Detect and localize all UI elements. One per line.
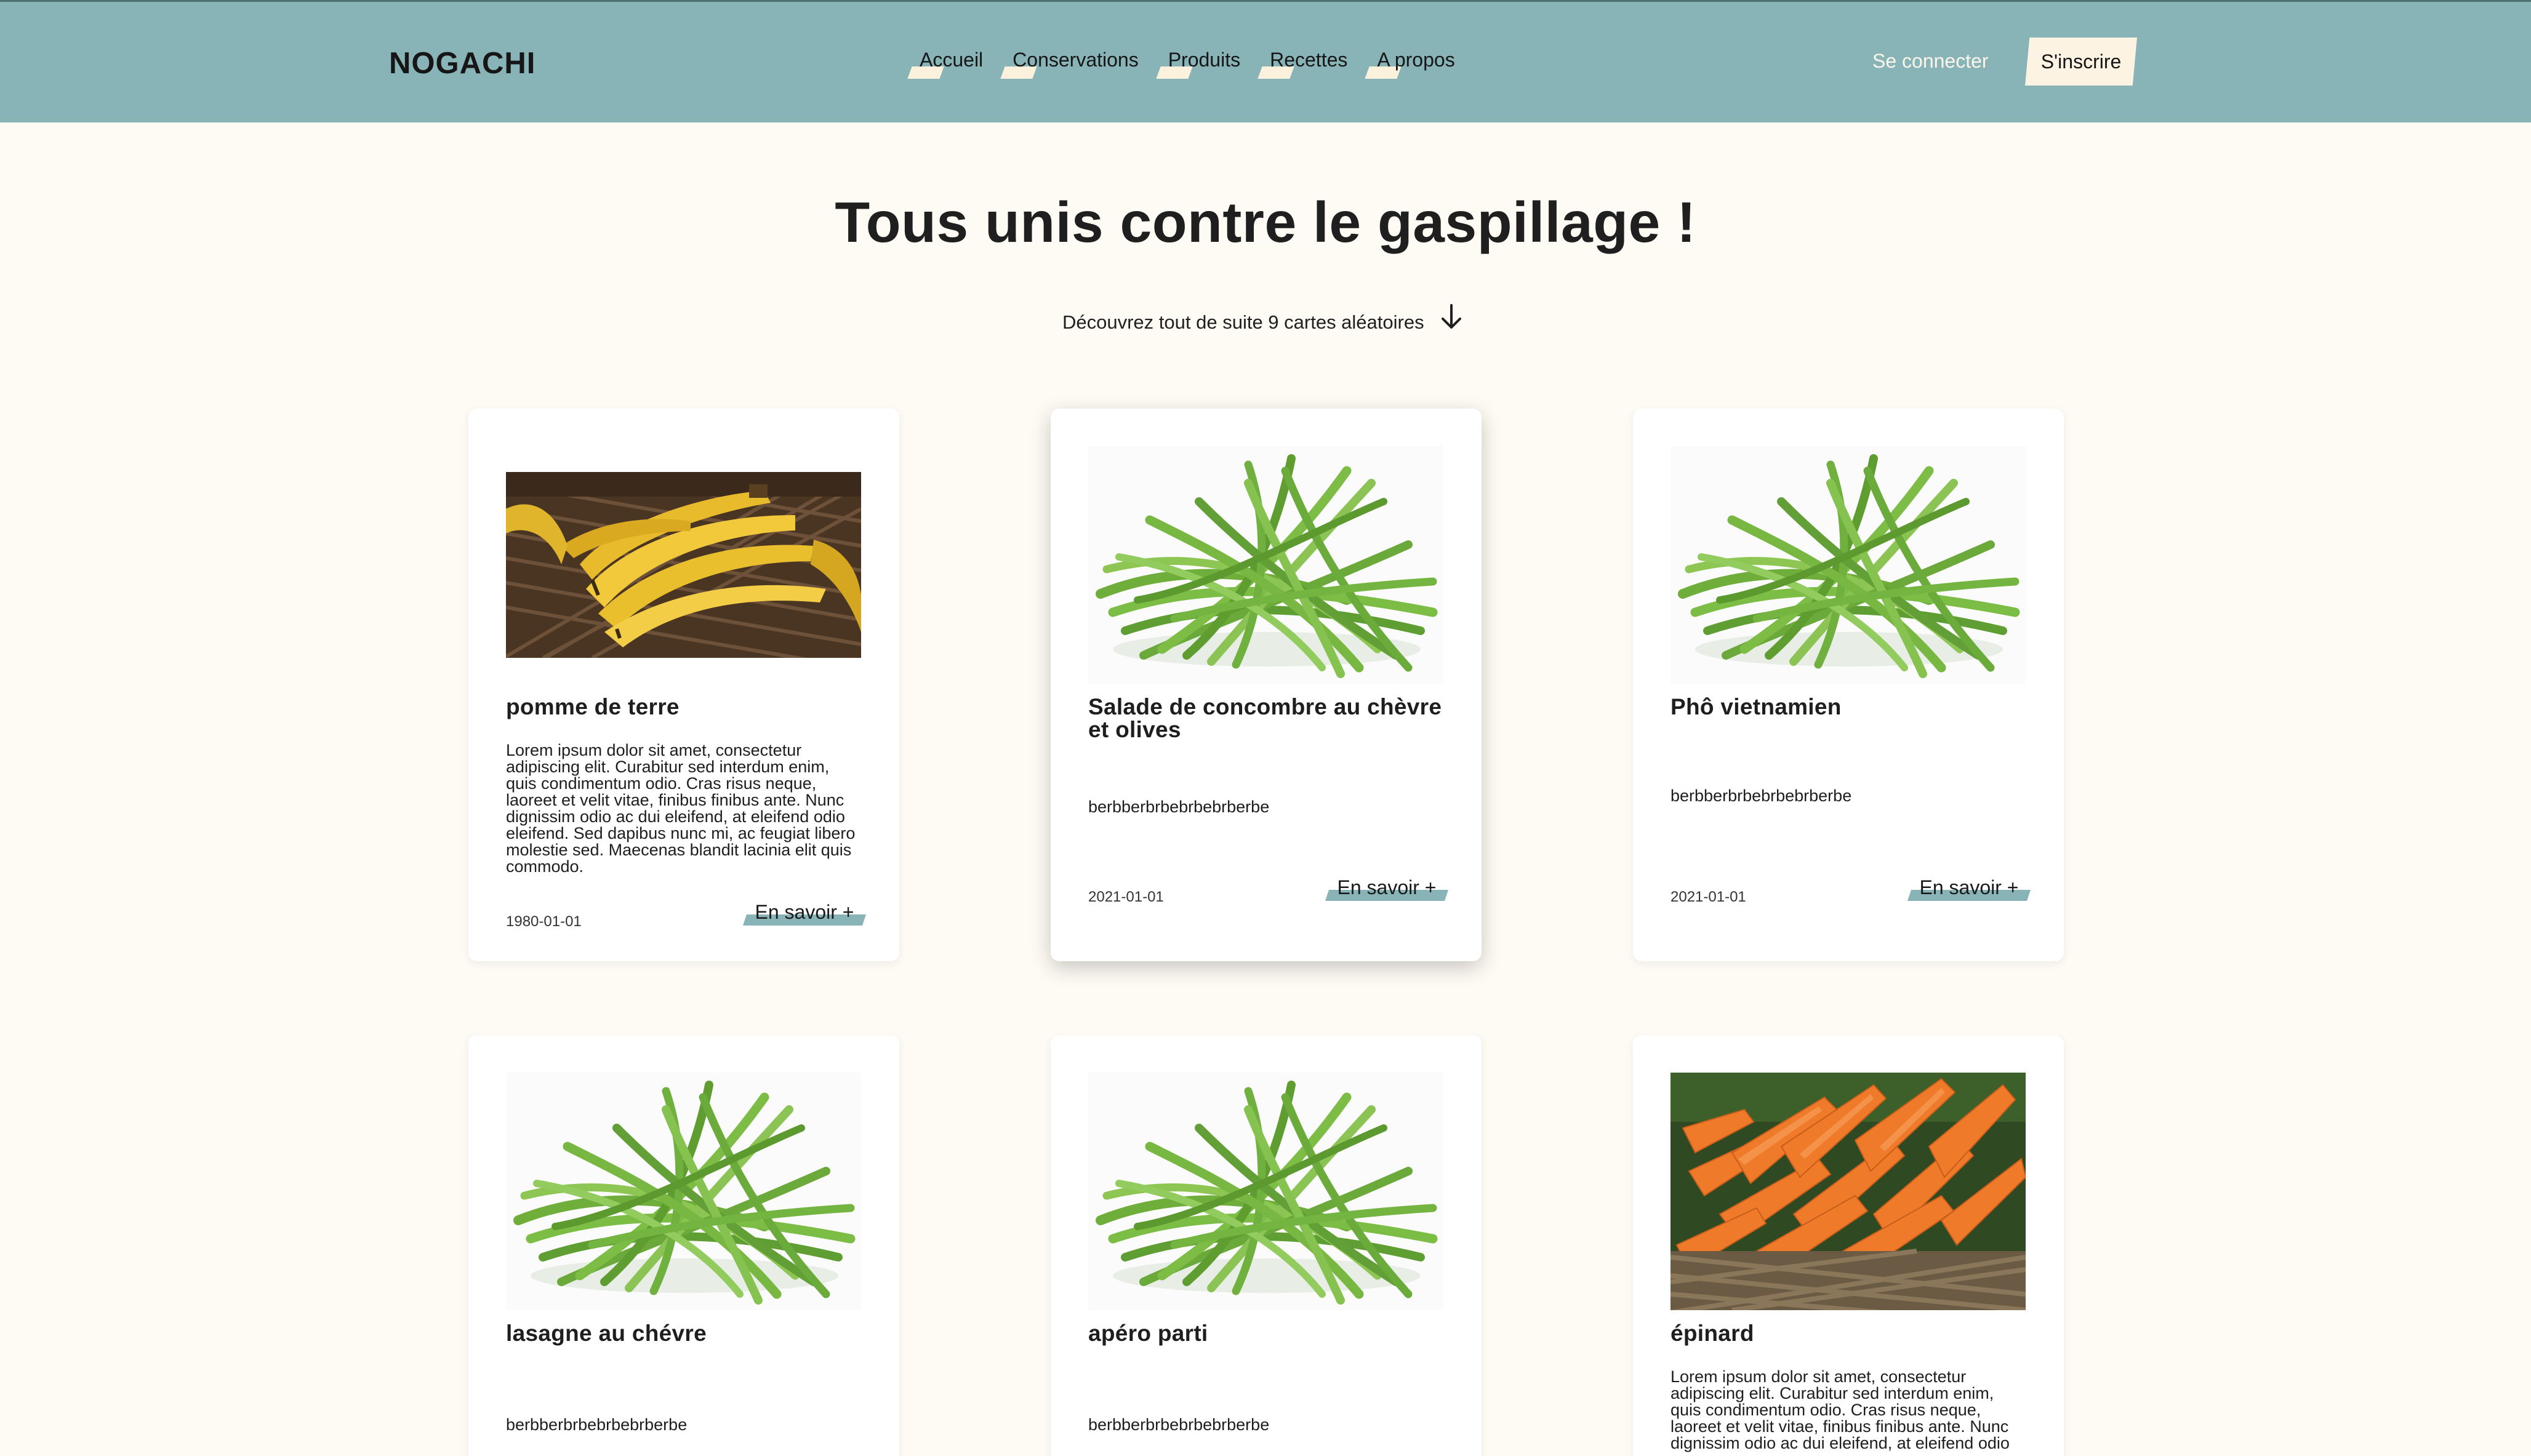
nav-label: A propos bbox=[1377, 49, 1455, 71]
card-image-carrots bbox=[1671, 1073, 2026, 1310]
arrow-down-icon[interactable] bbox=[1439, 303, 1464, 331]
recipe-card[interactable]: pomme de terre Lorem ipsum dolor sit ame… bbox=[468, 409, 899, 961]
card-title: Salade de concombre au chèvre et olives bbox=[1088, 694, 1442, 742]
main-nav: Accueil Conservations Produits Recettes … bbox=[907, 49, 1482, 79]
card-description: berbberbrbebrbebrberbe bbox=[506, 1415, 688, 1434]
recipe-card[interactable]: Phô vietnamien berbberbrbebrbebrberbe 20… bbox=[1633, 409, 2064, 961]
nav-link-accueil[interactable]: Accueil bbox=[907, 49, 985, 79]
signup-label: S'inscrire bbox=[2040, 50, 2122, 73]
card-date: 2021-01-01 bbox=[1088, 889, 1164, 905]
card-image-bananas bbox=[506, 472, 861, 658]
nav-label: Recettes bbox=[1270, 49, 1348, 71]
nav-link-conservations[interactable]: Conservations bbox=[1000, 49, 1141, 79]
nav-link-a-propos[interactable]: A propos bbox=[1365, 49, 1457, 79]
learn-more-label: En savoir + bbox=[1337, 876, 1437, 898]
nav-link-produits[interactable]: Produits bbox=[1156, 49, 1243, 79]
site-logo[interactable]: NOGACHI bbox=[389, 46, 535, 81]
card-image-green-beans bbox=[506, 1073, 861, 1310]
learn-more-link[interactable]: En savoir + bbox=[1325, 876, 1448, 901]
card-date: 1980-01-01 bbox=[506, 913, 582, 930]
login-link[interactable]: Se connecter bbox=[1872, 50, 1989, 73]
card-title: apéro parti bbox=[1088, 1321, 1208, 1346]
learn-more-label: En savoir + bbox=[755, 901, 854, 923]
card-description: Lorem ipsum dolor sit amet, consectetur … bbox=[506, 741, 856, 876]
hero-subtitle: Découvrez tout de suite 9 cartes aléatoi… bbox=[1062, 311, 1424, 333]
card-image-green-beans bbox=[1671, 446, 2026, 684]
recipe-card[interactable]: apéro parti berbberbrbebrbebrberbe bbox=[1051, 1035, 1482, 1456]
learn-more-label: En savoir + bbox=[1919, 876, 2019, 898]
card-description: berbberbrbebrbebrberbe bbox=[1088, 1415, 1270, 1434]
recipe-card[interactable]: Salade de concombre au chèvre et olives … bbox=[1051, 409, 1482, 961]
card-title: Phô vietnamien bbox=[1671, 694, 1842, 719]
card-image-green-beans bbox=[1088, 446, 1443, 684]
card-description: Lorem ipsum dolor sit amet, consectetur … bbox=[1671, 1367, 2010, 1452]
card-title: lasagne au chévre bbox=[506, 1321, 707, 1346]
signup-button[interactable]: S'inscrire bbox=[2025, 38, 2137, 86]
page-title: Tous unis contre le gaspillage ! bbox=[835, 190, 1696, 254]
nav-label: Accueil bbox=[920, 49, 984, 71]
nav-label: Produits bbox=[1168, 49, 1241, 71]
card-image-green-beans bbox=[1088, 1073, 1443, 1310]
card-title: pomme de terre bbox=[506, 694, 680, 719]
nav-label: Conservations bbox=[1013, 49, 1139, 71]
card-date: 2021-01-01 bbox=[1671, 889, 1746, 905]
recipe-card[interactable]: épinard Lorem ipsum dolor sit amet, cons… bbox=[1633, 1035, 2064, 1456]
site-header: NOGACHI Accueil Conservations Produits R… bbox=[0, 0, 2531, 122]
nav-link-recettes[interactable]: Recettes bbox=[1257, 49, 1350, 79]
card-title: épinard bbox=[1671, 1321, 1754, 1346]
card-description: berbberbrbebrbebrberbe bbox=[1088, 798, 1270, 816]
recipe-card[interactable]: lasagne au chévre berbberbrbebrbebrberbe bbox=[468, 1035, 899, 1456]
card-description: berbberbrbebrbebrberbe bbox=[1671, 786, 1852, 805]
learn-more-link[interactable]: En savoir + bbox=[1907, 876, 2031, 901]
learn-more-link[interactable]: En savoir + bbox=[743, 901, 866, 926]
